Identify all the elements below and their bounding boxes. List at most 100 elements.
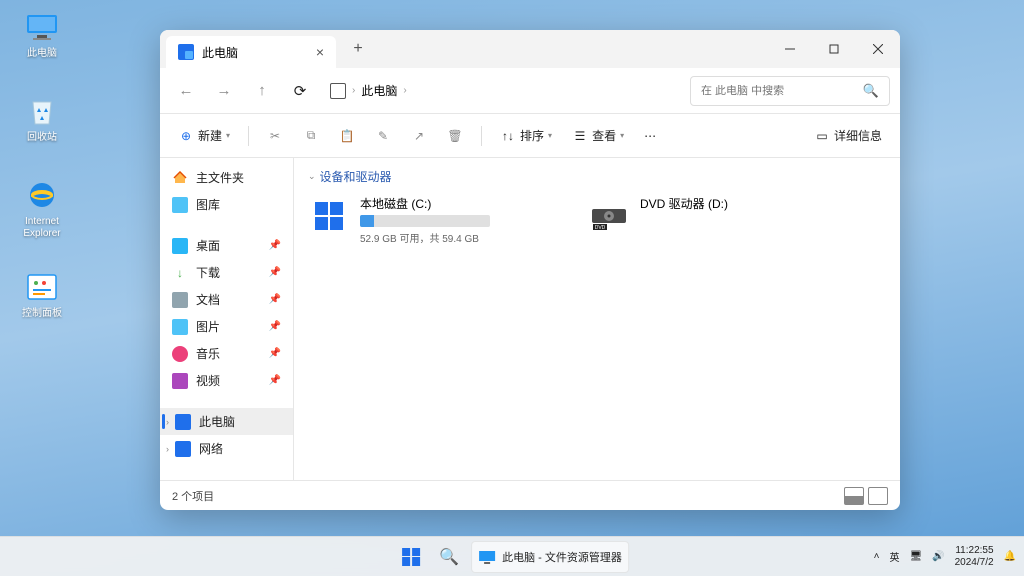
network-icon[interactable]: 🖥 <box>909 551 922 562</box>
pin-icon: 📌 <box>269 348 281 359</box>
drive-usage-bar <box>360 215 490 227</box>
sidebar-item-gallery[interactable]: 图库 <box>160 191 293 218</box>
sort-icon: ↑↓ <box>500 128 516 144</box>
breadcrumb[interactable]: › 此电脑 › <box>322 82 684 99</box>
drive-name: DVD 驱动器 (D:) <box>640 195 728 212</box>
pin-icon: 📌 <box>269 375 281 386</box>
svg-text:DVD: DVD <box>595 225 606 231</box>
chevron-right-icon: › <box>166 444 169 454</box>
tab-close-icon[interactable]: × <box>316 44 324 60</box>
new-label: 新建 <box>198 127 222 144</box>
view-icons-button[interactable] <box>868 487 888 505</box>
home-icon <box>172 170 188 186</box>
more-button[interactable]: ⋯ <box>636 124 664 148</box>
minimize-button[interactable] <box>768 30 812 68</box>
cut-icon: ✂ <box>267 128 283 144</box>
sidebar-item-desktop[interactable]: 桌面 📌 <box>160 232 293 259</box>
sidebar-item-pictures[interactable]: 图片 📌 <box>160 313 293 340</box>
details-icon: ▭ <box>814 128 830 144</box>
search-button[interactable]: 🔍 <box>433 541 465 573</box>
sidebar-label: 文档 <box>196 291 220 308</box>
refresh-button[interactable]: ⟳ <box>284 75 316 107</box>
drive-c[interactable]: 本地磁盘 (C:) 52.9 GB 可用，共 59.4 GB <box>308 195 558 245</box>
view-button[interactable]: ☰ 查看 ▾ <box>564 122 632 149</box>
taskbar-app-explorer[interactable]: 此电脑 - 文件资源管理器 <box>471 541 629 573</box>
sidebar-item-downloads[interactable]: ↓ 下载 📌 <box>160 259 293 286</box>
cut-button[interactable]: ✂ <box>259 123 291 149</box>
body-area: 主文件夹 图库 桌面 📌 ↓ 下载 📌 文档 📌 <box>160 158 900 480</box>
sidebar-label: 下载 <box>196 264 220 281</box>
rename-button[interactable]: ✎ <box>367 123 399 149</box>
tab-this-pc[interactable]: 此电脑 × <box>166 36 336 68</box>
chevron-right-icon: › <box>166 417 169 427</box>
sidebar-label: 视频 <box>196 372 220 389</box>
desktop-icon-this-pc[interactable]: 此电脑 <box>14 10 70 60</box>
sidebar-label: 图片 <box>196 318 220 335</box>
nav-toolbar: ← → ↑ ⟳ › 此电脑 › 🔍 <box>160 68 900 114</box>
copy-button[interactable]: ⧉ <box>295 123 327 149</box>
forward-button[interactable]: → <box>208 75 240 107</box>
date-text: 2024/7/2 <box>955 557 994 569</box>
close-button[interactable] <box>856 30 900 68</box>
chevron-down-icon: ⌄ <box>308 171 316 182</box>
sidebar-item-this-pc[interactable]: › 此电脑 <box>160 408 293 435</box>
search-icon[interactable]: 🔍 <box>863 83 879 99</box>
sidebar-item-videos[interactable]: 视频 📌 <box>160 367 293 394</box>
sidebar-label: 桌面 <box>196 237 220 254</box>
tray-chevron-icon[interactable]: ˄ <box>874 551 880 562</box>
pin-icon: 📌 <box>269 267 281 278</box>
drives-list: 本地磁盘 (C:) 52.9 GB 可用，共 59.4 GB DVD DVD 驱… <box>308 195 886 245</box>
share-button[interactable]: ↗ <box>403 123 435 149</box>
pin-icon: 📌 <box>269 321 281 332</box>
content-pane: ⌄ 设备和驱动器 本地磁盘 (C:) 52.9 GB 可用，共 59.4 GB <box>294 158 900 480</box>
sidebar-item-network[interactable]: › 网络 <box>160 435 293 462</box>
pin-icon: 📌 <box>269 240 281 251</box>
sidebar-item-documents[interactable]: 文档 📌 <box>160 286 293 313</box>
details-button[interactable]: ▭ 详细信息 <box>806 122 890 149</box>
delete-button[interactable]: 🗑 <box>439 123 471 149</box>
sort-label: 排序 <box>520 127 544 144</box>
sidebar-item-music[interactable]: 音乐 📌 <box>160 340 293 367</box>
this-pc-icon <box>178 44 194 60</box>
back-button[interactable]: ← <box>170 75 202 107</box>
titlebar: 此电脑 × + <box>160 30 900 68</box>
group-header-devices[interactable]: ⌄ 设备和驱动器 <box>308 168 886 185</box>
view-details-button[interactable] <box>844 487 864 505</box>
search-input[interactable] <box>701 85 855 97</box>
windows-logo-icon <box>402 548 420 566</box>
desktop-icon-control-panel[interactable]: 控制面板 <box>14 270 70 320</box>
drive-status: 52.9 GB 可用，共 59.4 GB <box>360 230 490 245</box>
up-button[interactable]: ↑ <box>246 75 278 107</box>
taskbar-app-label: 此电脑 - 文件资源管理器 <box>502 549 622 565</box>
maximize-button[interactable] <box>812 30 856 68</box>
sidebar-item-home[interactable]: 主文件夹 <box>160 164 293 191</box>
breadcrumb-location: 此电脑 <box>361 82 397 99</box>
paste-button[interactable]: 📋 <box>331 123 363 149</box>
desktop-folder-icon <box>172 238 188 254</box>
new-tab-button[interactable]: + <box>344 35 372 63</box>
dvd-drive-icon: DVD <box>588 195 630 237</box>
sort-button[interactable]: ↑↓ 排序 ▾ <box>492 122 560 149</box>
desktop-icon-label: 回收站 <box>27 132 57 144</box>
copy-icon: ⧉ <box>303 128 319 144</box>
time-text: 11:22:55 <box>955 545 993 557</box>
start-button[interactable] <box>395 541 427 573</box>
sidebar-label: 网络 <box>199 440 223 457</box>
sidebar-label: 图库 <box>196 196 220 213</box>
view-icon: ☰ <box>572 128 588 144</box>
ime-indicator[interactable]: 英 <box>889 549 899 564</box>
drive-d[interactable]: DVD DVD 驱动器 (D:) <box>588 195 838 245</box>
clock[interactable]: 11:22:55 2024/7/2 <box>955 545 994 569</box>
volume-icon[interactable]: 🔊 <box>932 551 944 562</box>
view-label: 查看 <box>592 127 616 144</box>
notifications-icon[interactable]: 🔔 <box>1004 551 1016 562</box>
sidebar-label: 主文件夹 <box>196 169 244 186</box>
action-toolbar: ⊕ 新建 ▾ ✂ ⧉ 📋 ✎ ↗ 🗑 ↑↓ 排序 ▾ ☰ 查看 ▾ ⋯ ▭ 详细… <box>160 114 900 158</box>
statusbar: 2 个项目 <box>160 480 900 510</box>
chevron-right-icon: › <box>403 85 406 96</box>
file-explorer-window: 此电脑 × + ← → ↑ ⟳ › 此电脑 › 🔍 ⊕ 新建 ▾ <box>160 30 900 510</box>
desktop-icon-recycle-bin[interactable]: 回收站 <box>14 94 70 144</box>
new-button[interactable]: ⊕ 新建 ▾ <box>170 122 238 149</box>
search-box[interactable]: 🔍 <box>690 76 890 106</box>
desktop-icon-ie[interactable]: Internet Explorer <box>14 178 70 240</box>
